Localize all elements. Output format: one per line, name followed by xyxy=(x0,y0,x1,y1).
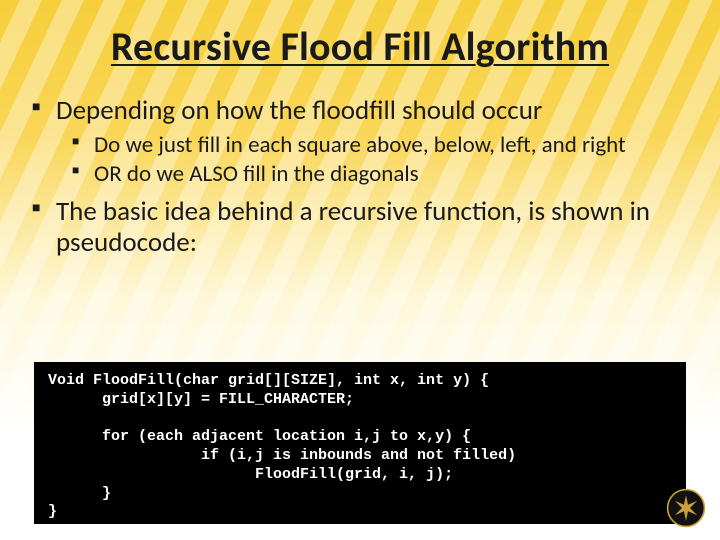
bullet-level1: The basic idea behind a recursive functi… xyxy=(30,196,690,258)
bullet-level2: Do we just fill in each square above, be… xyxy=(70,132,690,158)
code-block: Void FloodFill(char grid[][SIZE], int x,… xyxy=(34,362,686,524)
bullet-level2: OR do we ALSO fill in the diagonals xyxy=(70,161,690,187)
ucf-logo-icon xyxy=(666,488,706,528)
slide: Recursive Flood Fill Algorithm Depending… xyxy=(0,0,720,540)
slide-body: Depending on how the floodfill should oc… xyxy=(30,95,690,264)
slide-title: Recursive Flood Fill Algorithm xyxy=(0,22,720,71)
bullet-level1: Depending on how the floodfill should oc… xyxy=(30,95,690,126)
sub-bullet-group: Do we just fill in each square above, be… xyxy=(70,132,690,188)
